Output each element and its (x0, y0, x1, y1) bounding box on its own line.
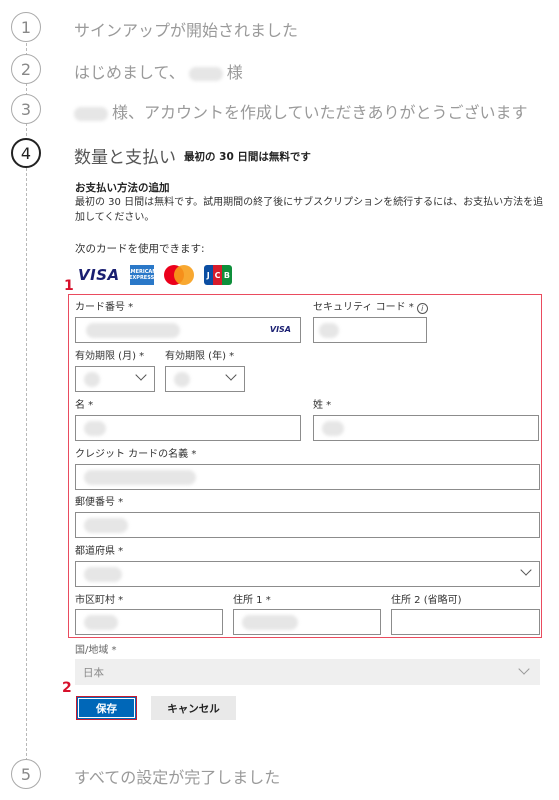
step-4-number: 4 (20, 143, 32, 163)
expiry-year-select[interactable] (165, 366, 245, 392)
cardholder-name-label: クレジット カードの名義 * (75, 449, 197, 460)
cancel-button[interactable]: キャンセル (151, 696, 236, 720)
redacted-cardholder-name (84, 470, 196, 485)
cardholder-name-input[interactable] (75, 464, 540, 490)
info-icon[interactable]: i (416, 303, 428, 314)
step-3-text: 様、アカウントを作成していただきありがとうございます (74, 99, 528, 123)
step-3-text-after: 様、アカウントを作成していただきありがとうございます (112, 103, 528, 122)
security-code-input[interactable] (313, 317, 427, 343)
step-1-number: 1 (20, 17, 32, 37)
expiry-month-label: 有効期限 (月) * (75, 351, 145, 362)
last-name-label: 姓 * (313, 400, 332, 411)
redacted-name (74, 106, 108, 121)
jcb-logo: J C B (203, 265, 232, 285)
step-2-circle: 2 (11, 54, 41, 84)
step-4-text: 数量と支払い (74, 148, 176, 168)
first-name-input[interactable] (75, 415, 301, 441)
visa-logo: VISA (78, 266, 120, 284)
city-input[interactable] (75, 609, 223, 635)
address-2-label: 住所 2 (省略可) (391, 595, 462, 606)
redacted-month (84, 372, 100, 387)
city-label: 市区町村 * (75, 595, 124, 606)
redacted-last-name (322, 421, 344, 436)
chevron-down-icon (135, 369, 147, 381)
redacted-card-number (86, 323, 180, 338)
visa-mini-icon: VISA (269, 325, 291, 334)
address-1-input[interactable] (233, 609, 381, 635)
step-5-text: すべての設定が完了しました (74, 768, 281, 787)
redacted-prefecture (84, 567, 122, 582)
mastercard-logo (163, 265, 194, 285)
annotation-marker-2: 2 (62, 680, 72, 696)
chevron-down-icon (520, 564, 532, 576)
payment-method-title: お支払い方法の追加 (75, 182, 170, 194)
chevron-down-icon (518, 663, 530, 675)
jcb-j: J (203, 265, 213, 285)
expiry-month-select[interactable] (75, 366, 155, 392)
redacted-address (242, 615, 298, 630)
last-name-input[interactable] (313, 415, 539, 441)
jcb-b: B (222, 265, 232, 285)
step-3-circle: 3 (11, 94, 41, 124)
step-2-text: はじめまして、 様 (74, 59, 243, 83)
country-select: 日本 (75, 659, 540, 685)
step-1-circle: 1 (11, 12, 41, 42)
redacted-postal-code (84, 518, 128, 533)
postal-code-label: 郵便番号 * (75, 497, 124, 508)
postal-code-input[interactable] (75, 512, 540, 538)
redacted-year (174, 372, 190, 387)
card-number-label: カード番号 * (75, 302, 134, 313)
address-2-input[interactable] (391, 609, 540, 635)
step-2-text-before: はじめまして、 (74, 63, 185, 82)
card-number-input[interactable]: VISA (75, 317, 301, 343)
annotation-marker-1: 1 (64, 278, 74, 294)
step-5-circle: 5 (11, 759, 41, 789)
chevron-down-icon (225, 369, 237, 381)
redacted-city (84, 615, 118, 630)
step-2-number: 2 (20, 59, 32, 79)
step-2-text-after: 様 (226, 63, 243, 82)
step-5-number: 5 (20, 764, 32, 784)
first-name-label: 名 * (75, 400, 94, 411)
accepted-cards-label: 次のカードを使用できます: (75, 243, 205, 255)
step-3-number: 3 (20, 99, 32, 119)
country-value: 日本 (83, 667, 104, 679)
expiry-year-label: 有効期限 (年) * (165, 351, 235, 362)
step-4-subtitle: 最初の 30 日間は無料です (184, 151, 311, 163)
redacted-first-name (84, 421, 106, 436)
address-1-label: 住所 1 * (233, 595, 271, 606)
step-4-circle: 4 (11, 138, 41, 168)
security-code-label: セキュリティ コード * i (313, 298, 428, 314)
prefecture-label: 都道府県 * (75, 546, 124, 557)
accepted-card-brands: VISA AMERICAN EXPRESS J C B (78, 264, 232, 286)
jcb-c: C (212, 265, 223, 285)
save-button[interactable]: 保存 (76, 696, 137, 720)
amex-logo: AMERICAN EXPRESS (127, 265, 156, 285)
payment-method-description: 最初の 30 日間は無料です。試用期間の終了後にサブスクリプションを続行するには… (75, 197, 544, 223)
country-label: 国/地域 * (75, 645, 117, 656)
step-1-text: サインアップが開始されました (74, 21, 299, 40)
redacted-name (188, 66, 223, 81)
redacted-security-code (319, 323, 339, 338)
security-code-label-text: セキュリティ コード * (313, 302, 414, 313)
prefecture-select[interactable] (75, 561, 540, 587)
